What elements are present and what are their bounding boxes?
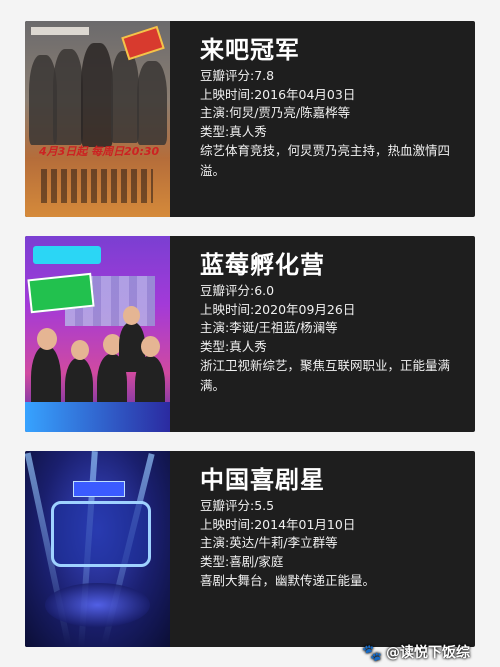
show-genre: 类型:真人秀 bbox=[200, 123, 267, 139]
show-info: 中国喜剧星 豆瓣评分:5.5 上映时间:2014年01月10日 主演:英达/牛莉… bbox=[200, 465, 461, 591]
poster-figure bbox=[53, 49, 83, 145]
show-rating: 豆瓣评分:7.8 bbox=[200, 68, 275, 83]
show-release-date: 上映时间:2020年09月26日 bbox=[200, 301, 356, 317]
show-cast: 主演:英达/牛莉/李立群等 bbox=[200, 535, 338, 550]
show-cast: 主演:何炅/贾乃亮/陈嘉桦等 bbox=[200, 105, 351, 120]
show-info: 蓝莓孵化营 豆瓣评分:6.0 上映时间:2020年09月26日 主演:李诞/王祖… bbox=[200, 250, 461, 396]
show-title[interactable]: 中国喜剧星 bbox=[200, 465, 461, 495]
poster-face bbox=[71, 340, 89, 360]
show-genre: 类型:真人秀 bbox=[200, 338, 267, 354]
show-rating: 豆瓣评分:6.0 bbox=[200, 283, 275, 298]
channel-logo bbox=[73, 481, 125, 497]
watermark-text: @读悦下饭综 bbox=[386, 645, 470, 661]
poster-banner bbox=[25, 402, 170, 432]
show-genre: 类型:喜剧/家庭 bbox=[200, 553, 284, 569]
poster-airtime: 4月3日起 每周日20:30 bbox=[39, 145, 160, 158]
show-description: 综艺体育竞技，何炅贾乃亮主持，热血激情四溢。 bbox=[200, 143, 451, 178]
show-release-date: 上映时间:2016年04月03日 bbox=[200, 86, 356, 102]
paw-icon: 🐾 bbox=[362, 642, 382, 662]
show-logo bbox=[121, 25, 165, 61]
poster-face bbox=[141, 336, 160, 357]
show-logo bbox=[33, 246, 101, 264]
poster-face bbox=[123, 306, 140, 325]
watermark: 🐾 @读悦下饭综 bbox=[362, 641, 470, 663]
poster-figure bbox=[111, 51, 139, 143]
show-title[interactable]: 蓝莓孵化营 bbox=[200, 250, 461, 280]
poster-decoration bbox=[31, 27, 89, 35]
show-title[interactable]: 来吧冠军 bbox=[200, 35, 461, 65]
poster-sign bbox=[27, 272, 95, 314]
show-poster[interactable] bbox=[25, 236, 170, 432]
poster-figure bbox=[81, 43, 113, 147]
show-description: 喜剧大舞台，幽默传递正能量。 bbox=[200, 573, 376, 588]
show-card[interactable]: 蓝莓孵化营 豆瓣评分:6.0 上映时间:2020年09月26日 主演:李诞/王祖… bbox=[25, 236, 475, 432]
show-release-date: 上映时间:2014年01月10日 bbox=[200, 516, 356, 532]
show-info: 来吧冠军 豆瓣评分:7.8 上映时间:2016年04月03日 主演:何炅/贾乃亮… bbox=[200, 35, 461, 181]
show-cast: 主演:李诞/王祖蓝/杨澜等 bbox=[200, 320, 338, 335]
poster-stage bbox=[45, 583, 150, 627]
poster-calligraphy bbox=[41, 169, 153, 203]
show-logo bbox=[51, 501, 151, 567]
show-card[interactable]: 4月3日起 每周日20:30 来吧冠军 豆瓣评分:7.8 上映时间:2016年0… bbox=[25, 21, 475, 217]
show-poster[interactable] bbox=[25, 451, 170, 647]
poster-figure bbox=[137, 61, 167, 145]
show-card[interactable]: 中国喜剧星 豆瓣评分:5.5 上映时间:2014年01月10日 主演:英达/牛莉… bbox=[25, 451, 475, 647]
show-poster[interactable]: 4月3日起 每周日20:30 bbox=[25, 21, 170, 217]
show-rating: 豆瓣评分:5.5 bbox=[200, 498, 275, 513]
show-description: 浙江卫视新综艺，聚焦互联网职业，正能量满满。 bbox=[200, 358, 451, 393]
poster-face bbox=[37, 328, 57, 350]
